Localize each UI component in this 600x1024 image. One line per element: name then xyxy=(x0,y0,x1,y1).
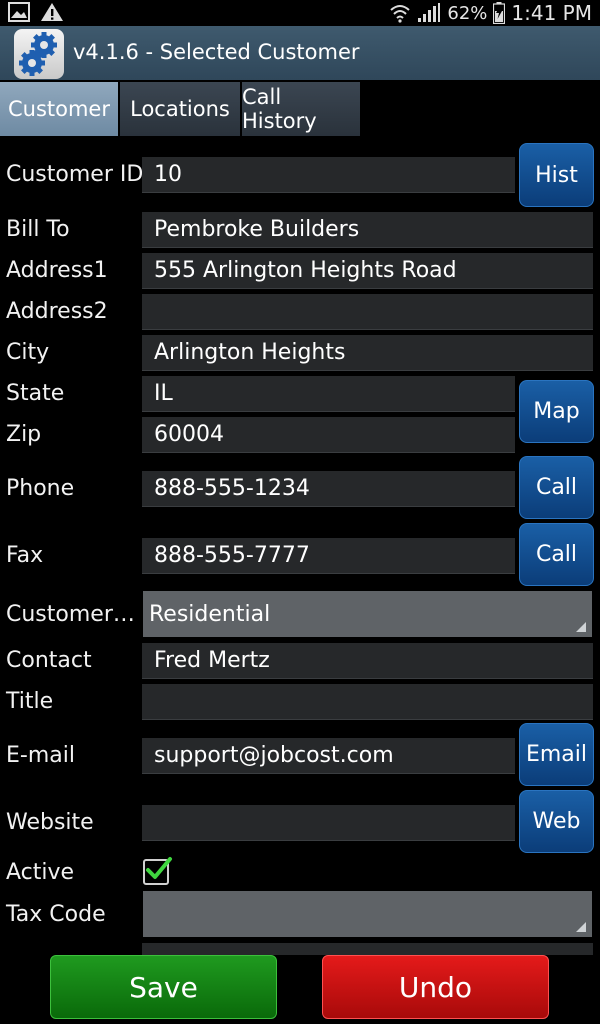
zip-field[interactable]: 60004 xyxy=(142,417,515,453)
call-phone-button[interactable]: Call xyxy=(519,456,594,519)
bill-to-field[interactable]: Pembroke Builders xyxy=(142,212,593,248)
customer-type-label: Customer… xyxy=(6,602,135,627)
battery-charging-icon xyxy=(493,2,506,24)
battery-percent: 62% xyxy=(447,2,488,24)
next-field-partial xyxy=(142,943,593,955)
email-field[interactable]: support@jobcost.com xyxy=(142,738,515,774)
title-label: Title xyxy=(6,689,54,714)
active-label: Active xyxy=(6,860,75,885)
customer-type-value: Residential xyxy=(149,602,271,627)
zip-label: Zip xyxy=(6,422,42,447)
save-button[interactable]: Save xyxy=(50,955,277,1019)
address1-field[interactable]: 555 Arlington Heights Road xyxy=(142,253,593,289)
active-checkbox[interactable] xyxy=(143,857,172,885)
title-bar: v4.1.6 - Selected Customer xyxy=(0,26,600,80)
website-label: Website xyxy=(6,810,94,835)
warning-icon xyxy=(41,3,63,21)
title-field[interactable] xyxy=(142,684,593,720)
status-bar: 62% 1:41 PM xyxy=(0,0,600,26)
tax-code-select[interactable] xyxy=(143,891,592,937)
phone-label: Phone xyxy=(6,476,75,501)
city-field[interactable]: Arlington Heights xyxy=(142,335,593,371)
hist-button[interactable]: Hist xyxy=(519,143,594,207)
email-button[interactable]: Email xyxy=(519,723,594,786)
wifi-icon xyxy=(390,5,411,23)
checkmark-icon xyxy=(146,857,172,879)
gear-app-icon[interactable] xyxy=(14,29,64,79)
signal-icon xyxy=(418,3,441,22)
fax-field[interactable]: 888-555-7777 xyxy=(142,538,515,574)
address2-label: Address2 xyxy=(6,299,108,324)
customer-type-select[interactable]: Residential xyxy=(143,591,592,637)
website-field[interactable] xyxy=(142,805,515,841)
fax-label: Fax xyxy=(6,543,44,568)
clock: 1:41 PM xyxy=(511,1,592,25)
tax-code-label: Tax Code xyxy=(6,902,106,927)
undo-button[interactable]: Undo xyxy=(322,955,549,1019)
address1-label: Address1 xyxy=(6,258,108,283)
customer-id-field[interactable]: 10 xyxy=(142,157,515,193)
contact-label: Contact xyxy=(6,648,92,673)
notification-icons xyxy=(8,2,64,22)
tab-bar: Customer Locations Call History xyxy=(0,82,362,136)
customer-id-label: Customer ID xyxy=(6,162,144,187)
contact-field[interactable]: Fred Mertz xyxy=(142,643,593,679)
address2-field[interactable] xyxy=(142,294,593,330)
email-label: E-mail xyxy=(6,743,75,768)
status-right: 62% 1:41 PM xyxy=(389,0,592,26)
map-button[interactable]: Map xyxy=(519,380,594,443)
gallery-notification-icon xyxy=(8,2,30,22)
tab-locations[interactable]: Locations xyxy=(120,82,242,136)
tab-customer[interactable]: Customer xyxy=(0,82,120,136)
city-label: City xyxy=(6,340,50,365)
gears-icon xyxy=(19,32,57,76)
tab-call-history[interactable]: Call History xyxy=(242,82,362,136)
state-field[interactable]: IL xyxy=(142,376,515,412)
state-label: State xyxy=(6,381,65,406)
call-fax-button[interactable]: Call xyxy=(519,523,594,586)
web-button[interactable]: Web xyxy=(519,790,594,853)
app-title: v4.1.6 - Selected Customer xyxy=(73,40,360,64)
phone-field[interactable]: 888-555-1234 xyxy=(142,471,515,507)
bill-to-label: Bill To xyxy=(6,217,70,242)
dropdown-indicator-icon xyxy=(576,922,586,932)
dropdown-indicator-icon xyxy=(576,622,586,632)
